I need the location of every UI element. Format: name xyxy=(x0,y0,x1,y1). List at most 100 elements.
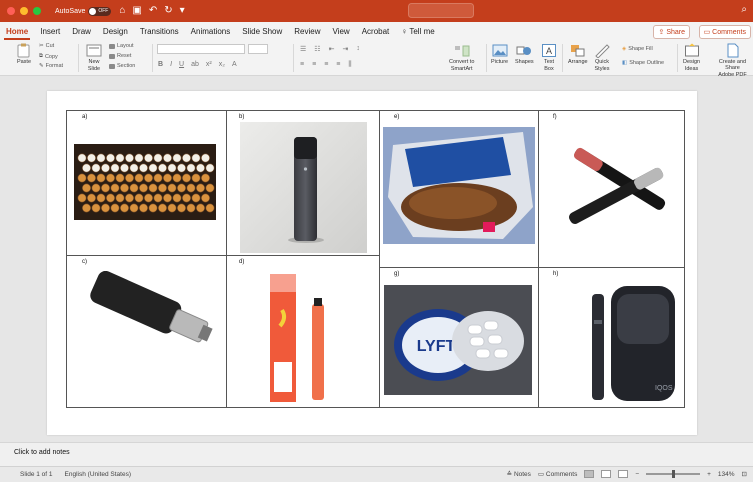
undo-icon[interactable]: ↶ xyxy=(149,6,157,16)
strikethrough-icon[interactable]: ab xyxy=(191,61,199,68)
underline-icon[interactable]: U xyxy=(179,61,184,68)
cigarette-end xyxy=(148,183,158,193)
maximize-window-button[interactable] xyxy=(33,7,41,15)
superscript-icon[interactable]: x² xyxy=(206,61,212,68)
align-right-icon[interactable]: ≡ xyxy=(324,61,328,69)
close-window-button[interactable] xyxy=(7,7,15,15)
zoom-slider-knob[interactable] xyxy=(672,470,676,478)
shapes-button[interactable]: Shapes xyxy=(515,43,534,65)
columns-icon[interactable]: ⫼ xyxy=(348,61,351,69)
tab-animations[interactable]: Animations xyxy=(185,27,237,40)
tab-home[interactable]: Home xyxy=(0,27,34,40)
font-name-field[interactable] xyxy=(157,44,245,54)
text-box-button[interactable]: A Text Box xyxy=(541,43,557,72)
vape-pens-image[interactable] xyxy=(560,136,672,234)
align-center-icon[interactable]: ≡ xyxy=(312,61,316,69)
font-size-field[interactable] xyxy=(248,44,268,54)
customize-icon[interactable]: ▾ xyxy=(180,6,185,16)
shape-outline-button[interactable]: ◧ Shape Outline xyxy=(622,60,664,66)
numbering-icon[interactable]: ☷ xyxy=(314,45,320,53)
align-left-icon[interactable]: ≡ xyxy=(300,61,304,69)
alignment-row: ≡ ≡ ≡ ≡ ⫼ xyxy=(300,61,352,69)
tab-slide-show[interactable]: Slide Show xyxy=(236,27,288,40)
nicotine-pouches-image[interactable]: LYFT xyxy=(384,285,532,395)
copy-button[interactable]: ⧉ Copy xyxy=(39,53,58,60)
save-icon[interactable]: ▣ xyxy=(132,6,141,16)
zoom-in-icon[interactable]: + xyxy=(707,471,711,478)
loose-tobacco-image[interactable] xyxy=(383,127,535,244)
zoom-slider[interactable] xyxy=(646,470,701,478)
line-spacing-icon[interactable]: ↕ xyxy=(356,45,360,53)
copy-icon: ⧉ xyxy=(39,53,43,59)
tab-transitions[interactable]: Transitions xyxy=(134,27,185,40)
slide[interactable]: a) b) e) f) c) d) g) LYFT h) IQOS xyxy=(47,91,697,435)
justify-icon[interactable]: ≡ xyxy=(336,61,340,69)
image-table[interactable]: a) b) e) f) c) d) g) LYFT h) IQOS xyxy=(66,110,685,408)
autosave-control[interactable]: AutoSave OFF xyxy=(55,6,112,16)
fit-to-window-icon[interactable]: ⊡ xyxy=(742,470,747,478)
font-color-icon[interactable]: A xyxy=(232,61,237,68)
minimize-window-button[interactable] xyxy=(20,7,28,15)
notes-pane[interactable]: Click to add notes xyxy=(0,442,753,466)
search-icon[interactable]: ⌕ xyxy=(741,4,747,15)
layout-button[interactable]: Layout xyxy=(109,43,134,49)
slide-sorter-button[interactable] xyxy=(601,470,612,478)
normal-view-button[interactable] xyxy=(584,470,595,478)
format-painter-button[interactable]: ✎ Format xyxy=(39,63,63,69)
cigarette-end xyxy=(186,163,196,173)
heated-tobacco-image[interactable]: IQOS xyxy=(589,282,677,403)
disposable-vape-image[interactable] xyxy=(260,268,346,407)
cigarette-end xyxy=(158,163,168,173)
cigarette-end xyxy=(115,153,125,163)
increase-indent-icon[interactable]: ⇥ xyxy=(342,45,348,53)
reset-icon xyxy=(109,53,115,59)
share-button[interactable]: ⇪ Share xyxy=(653,25,690,39)
cigarette-end xyxy=(167,203,177,213)
tab-design[interactable]: Design xyxy=(97,27,134,40)
home-icon[interactable]: ⌂ xyxy=(119,6,125,16)
reset-button[interactable]: Reset xyxy=(109,53,131,59)
subscript-icon[interactable]: x₂ xyxy=(219,61,225,68)
zoom-out-icon[interactable]: − xyxy=(635,471,639,478)
tab-tell-me[interactable]: ♀ Tell me xyxy=(395,27,440,40)
create-pdf-button[interactable]: Create and Share Adobe PDF xyxy=(712,43,753,78)
arrange-button[interactable]: Arrange xyxy=(568,43,588,65)
tab-insert[interactable]: Insert xyxy=(34,27,66,40)
cigarettes-image[interactable] xyxy=(74,144,216,220)
paste-button[interactable]: Paste xyxy=(16,43,32,65)
design-ideas-button[interactable]: Design Ideas xyxy=(683,43,700,72)
convert-smartart-button[interactable]: Convert to SmartArt xyxy=(449,43,474,72)
autosave-toggle[interactable]: OFF xyxy=(88,6,112,16)
picture-button[interactable]: Picture xyxy=(491,43,508,65)
zoom-percent[interactable]: 134% xyxy=(718,471,735,478)
quick-styles-button[interactable]: Quick Styles xyxy=(594,43,610,72)
notes-toggle[interactable]: ≙ Notes xyxy=(507,470,531,478)
pod-vape-image[interactable] xyxy=(240,122,367,253)
shape-fill-button[interactable]: ◈ Shape Fill xyxy=(622,46,653,52)
comments-toggle[interactable]: ▭ Comments xyxy=(538,470,577,478)
reading-view-button[interactable] xyxy=(618,470,629,478)
redo-icon[interactable]: ↻ xyxy=(164,6,172,16)
cut-button[interactable]: ✂ Cut xyxy=(39,43,54,49)
box-mod-image[interactable] xyxy=(76,271,215,373)
tab-draw[interactable]: Draw xyxy=(66,27,97,40)
title-search-box[interactable] xyxy=(408,3,474,18)
notes-placeholder[interactable]: Click to add notes xyxy=(14,449,70,456)
comments-button[interactable]: ▭ Comments xyxy=(698,25,751,39)
bullets-icon[interactable]: ☰ xyxy=(300,45,306,53)
cigarette-end xyxy=(205,163,215,173)
text-box-label-1: Text xyxy=(543,59,555,65)
cigarette-end xyxy=(87,173,96,183)
new-slide-button[interactable]: New Slide xyxy=(86,43,102,72)
section-button[interactable]: Section xyxy=(109,63,135,69)
ribbon-divider xyxy=(677,44,678,72)
bold-icon[interactable]: B xyxy=(158,61,163,68)
cigarette-end xyxy=(110,203,120,213)
italic-icon[interactable]: I xyxy=(170,61,172,68)
decrease-indent-icon[interactable]: ⇤ xyxy=(329,45,335,53)
language-indicator[interactable]: English (United States) xyxy=(65,471,131,478)
slide-editor-canvas[interactable]: a) b) e) f) c) d) g) LYFT h) IQOS xyxy=(0,77,753,442)
tab-review[interactable]: Review xyxy=(288,27,326,40)
tab-acrobat[interactable]: Acrobat xyxy=(356,27,396,40)
tab-view[interactable]: View xyxy=(327,27,356,40)
